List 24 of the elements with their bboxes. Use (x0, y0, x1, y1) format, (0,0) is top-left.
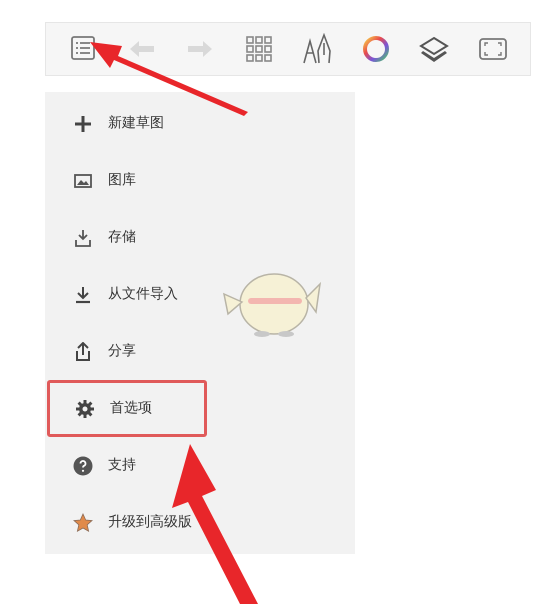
menu-label: 新建草图 (108, 114, 164, 133)
menu-label: 升级到高级版 (108, 513, 192, 532)
import-icon (73, 284, 93, 304)
star-icon (73, 512, 93, 532)
menu-label: 支持 (108, 456, 136, 475)
menu-label: 首选项 (110, 399, 152, 418)
menu-label: 图库 (108, 171, 136, 190)
menu-label: 存储 (108, 228, 136, 247)
menu-label: 从文件导入 (108, 285, 178, 304)
menu-item[interactable]: 从文件导入 (45, 266, 355, 323)
menu-item[interactable]: 支持 (45, 437, 355, 494)
settings-icon (75, 398, 95, 418)
menu-item[interactable]: 首选项 (47, 380, 207, 437)
share-icon (73, 342, 93, 362)
download-tray-icon (73, 228, 93, 248)
menu-item[interactable]: 图库 (45, 152, 355, 209)
plus-icon (73, 114, 93, 134)
menu-item[interactable]: 升级到高级版 (45, 494, 355, 551)
menu-item[interactable]: 分享 (45, 323, 355, 380)
menu-item[interactable]: 存储 (45, 209, 355, 266)
help-icon (73, 456, 93, 476)
pencil-pen-icon[interactable] (301, 33, 334, 65)
menu-item[interactable]: 新建草图 (45, 95, 355, 152)
menu-label: 分享 (108, 342, 136, 361)
